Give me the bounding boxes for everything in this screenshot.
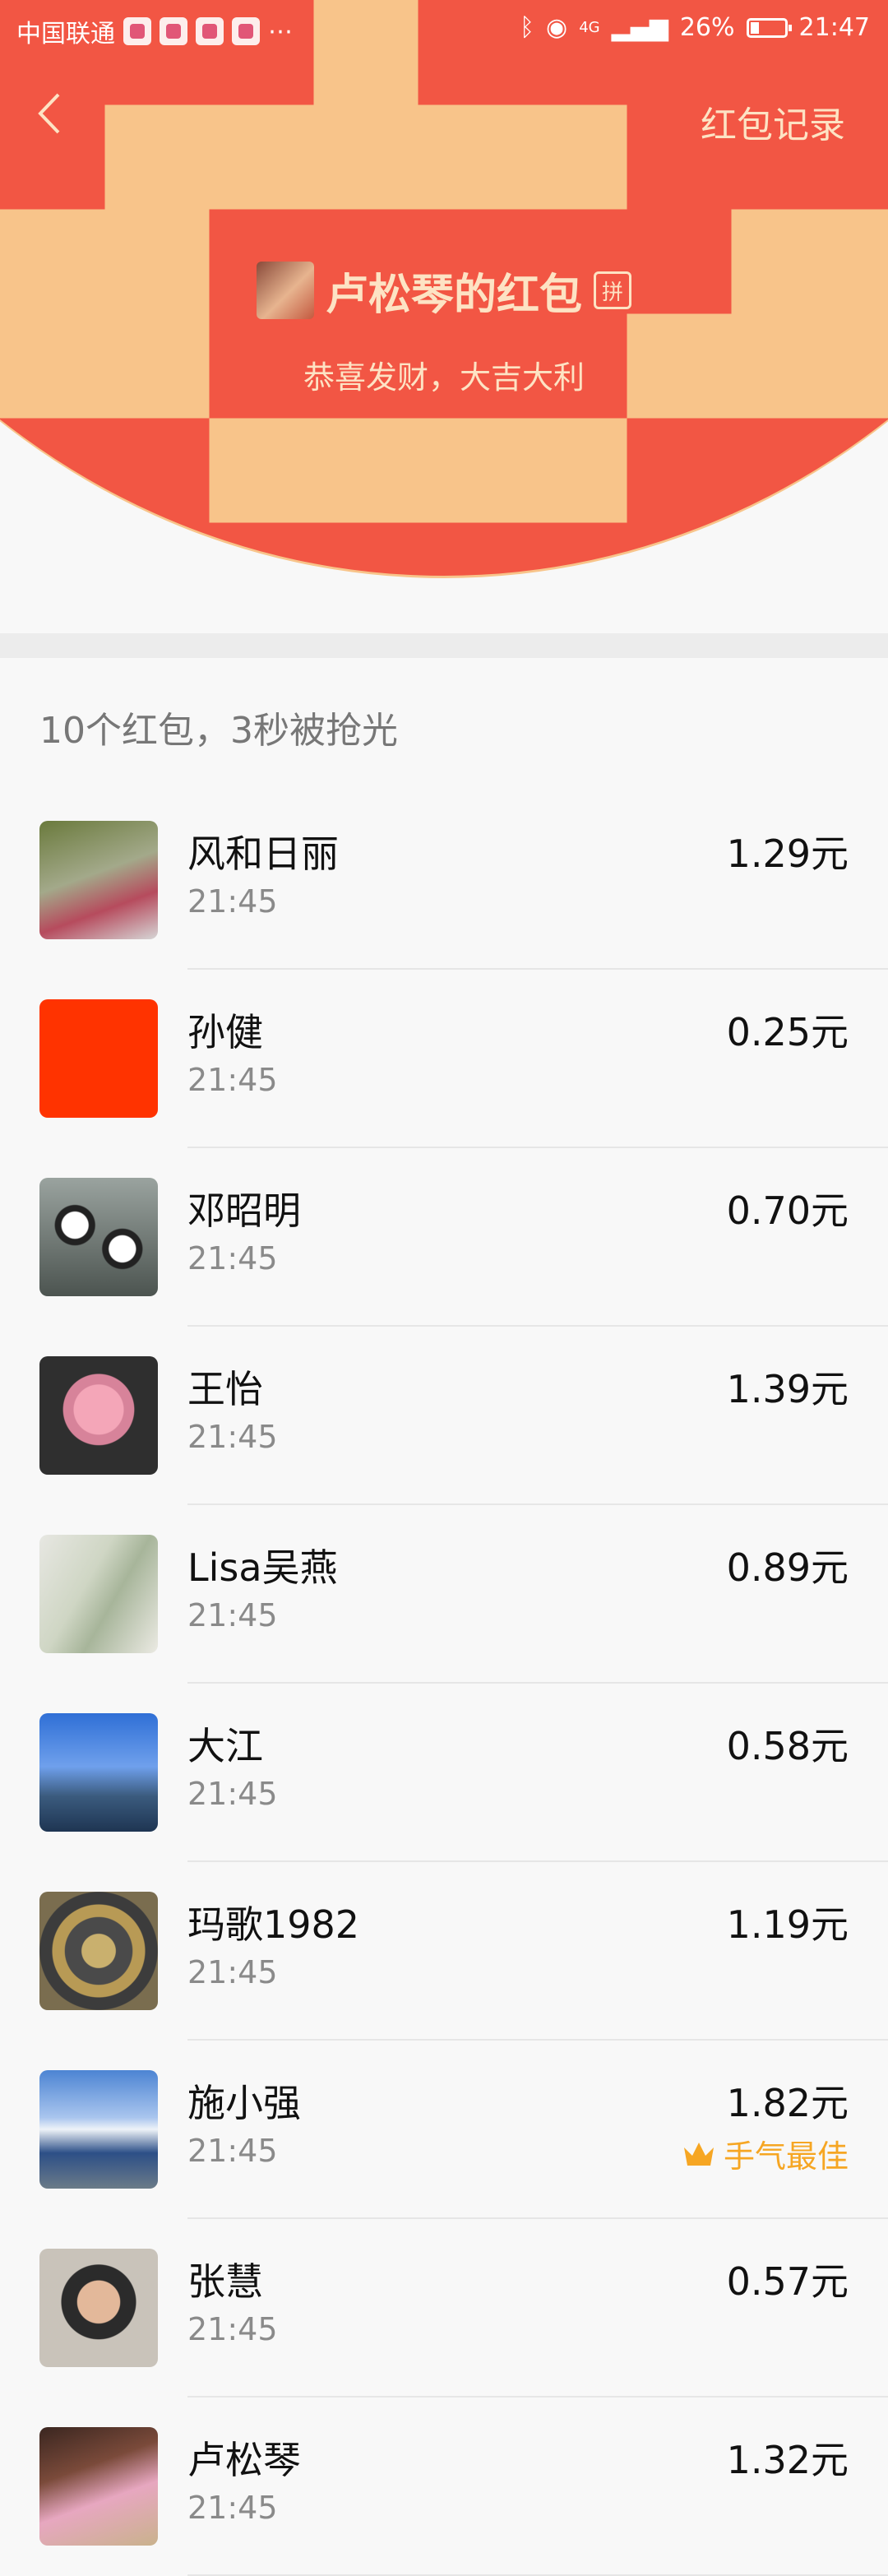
more-notifications-icon: ⋯ bbox=[268, 16, 293, 46]
avatar bbox=[39, 999, 158, 1118]
best-luck-label: 手气最佳 bbox=[723, 2138, 849, 2175]
section-divider bbox=[0, 633, 888, 658]
pin-badge: 拼 bbox=[594, 271, 631, 309]
recipient-list: 风和日丽 21:45 1.29元 孙健 21:45 0.25元 邓昭明 21:4… bbox=[0, 791, 888, 2576]
grab-time: 21:45 bbox=[187, 1062, 278, 1098]
sender-title: 卢松琴的红包 bbox=[325, 270, 582, 320]
summary-text: 10个红包，3秒被抢光 bbox=[39, 710, 398, 752]
grab-time: 21:45 bbox=[187, 2133, 278, 2169]
recipient-name: 卢松琴 bbox=[187, 2438, 301, 2482]
amount: 0.57元 bbox=[726, 2259, 849, 2304]
amount: 1.32元 bbox=[726, 2438, 849, 2482]
signal-icon: ▂▄▆ bbox=[611, 13, 668, 42]
back-button[interactable] bbox=[31, 89, 67, 138]
avatar bbox=[39, 1178, 158, 1296]
avatar bbox=[39, 2249, 158, 2367]
eye-comfort-icon: ◉ bbox=[546, 13, 568, 42]
grab-time: 21:45 bbox=[187, 883, 278, 920]
amount: 0.70元 bbox=[726, 1188, 849, 1233]
avatar bbox=[39, 1713, 158, 1832]
avatar bbox=[39, 1356, 158, 1475]
best-luck-badge: 手气最佳 bbox=[682, 2131, 849, 2176]
summary-bar: 10个红包，3秒被抢光 bbox=[0, 658, 888, 793]
list-item[interactable]: 张慧 21:45 0.57元 bbox=[0, 2219, 888, 2398]
battery-icon bbox=[746, 17, 792, 38]
notification-app-icon bbox=[196, 17, 224, 45]
avatar bbox=[39, 821, 158, 939]
avatar bbox=[39, 2427, 158, 2546]
grab-time: 21:45 bbox=[187, 2311, 278, 2347]
red-envelope-header: 中国联通 ⋯ ᛒ ◉ 4G ▂▄▆ 26% 21:47 红包记录 卢松琴的红包 … bbox=[0, 0, 888, 658]
recipient-name: 风和日丽 bbox=[187, 832, 339, 876]
recipient-name: 王怡 bbox=[187, 1367, 263, 1411]
list-item[interactable]: 王怡 21:45 1.39元 bbox=[0, 1327, 888, 1505]
status-time: 21:47 bbox=[798, 13, 870, 42]
sender-title-row: 卢松琴的红包 拼 bbox=[0, 262, 888, 320]
recipient-name: Lisa吴燕 bbox=[187, 1545, 338, 1590]
recipient-name: 玛歌1982 bbox=[187, 1902, 360, 1947]
amount: 1.19元 bbox=[726, 1902, 849, 1947]
wish-text: 恭喜发财，大吉大利 bbox=[303, 359, 585, 396]
recipient-name: 施小强 bbox=[187, 2081, 301, 2125]
carrier-label: 中国联通 bbox=[16, 20, 115, 49]
grab-time: 21:45 bbox=[187, 1776, 278, 1812]
grab-time: 21:45 bbox=[187, 1597, 278, 1633]
amount: 1.82元 bbox=[726, 2081, 849, 2125]
list-item[interactable]: Lisa吴燕 21:45 0.89元 bbox=[0, 1505, 888, 1684]
status-right: ᛒ ◉ 4G ▂▄▆ 26% 21:47 bbox=[520, 13, 870, 42]
avatar bbox=[39, 1535, 158, 1653]
list-item[interactable]: 孙健 21:45 0.25元 bbox=[0, 970, 888, 1148]
list-item[interactable]: 施小强 21:45 1.82元 手气最佳 bbox=[0, 2041, 888, 2219]
list-item[interactable]: 风和日丽 21:45 1.29元 bbox=[0, 791, 888, 970]
recipient-name: 邓昭明 bbox=[187, 1188, 301, 1233]
status-bar: 中国联通 ⋯ ᛒ ◉ 4G ▂▄▆ 26% 21:47 bbox=[0, 0, 888, 58]
recipient-name: 孙健 bbox=[187, 1010, 263, 1054]
crown-icon bbox=[683, 2142, 714, 2166]
grab-time: 21:45 bbox=[187, 2490, 278, 2526]
grab-time: 21:45 bbox=[187, 1240, 278, 1276]
notification-app-icon bbox=[123, 17, 151, 45]
list-item[interactable]: 玛歌1982 21:45 1.19元 bbox=[0, 1862, 888, 2041]
battery-percent: 26% bbox=[679, 13, 735, 42]
amount: 1.29元 bbox=[726, 832, 849, 876]
sender-avatar bbox=[256, 262, 314, 319]
amount: 0.25元 bbox=[726, 1010, 849, 1054]
network-type-label: 4G bbox=[579, 19, 600, 36]
bluetooth-icon: ᛒ bbox=[520, 13, 535, 42]
list-item[interactable]: 大江 21:45 0.58元 bbox=[0, 1684, 888, 1862]
grab-time: 21:45 bbox=[187, 1954, 278, 1990]
avatar bbox=[39, 2070, 158, 2189]
amount: 0.58元 bbox=[726, 1724, 849, 1768]
list-item[interactable]: 邓昭明 21:45 0.70元 bbox=[0, 1148, 888, 1327]
status-left: 中国联通 ⋯ bbox=[16, 13, 293, 49]
amount: 1.39元 bbox=[726, 1367, 849, 1411]
recipient-name: 大江 bbox=[187, 1724, 263, 1768]
list-item[interactable]: 卢松琴 21:45 1.32元 bbox=[0, 2398, 888, 2576]
red-envelope-record-link[interactable]: 红包记录 bbox=[701, 95, 845, 148]
notification-app-icon bbox=[160, 17, 187, 45]
recipient-name: 张慧 bbox=[187, 2259, 263, 2304]
amount: 0.89元 bbox=[726, 1545, 849, 1590]
grab-time: 21:45 bbox=[187, 1419, 278, 1455]
chevron-left-icon bbox=[38, 93, 60, 134]
notification-app-icon bbox=[232, 17, 260, 45]
avatar bbox=[39, 1892, 158, 2010]
